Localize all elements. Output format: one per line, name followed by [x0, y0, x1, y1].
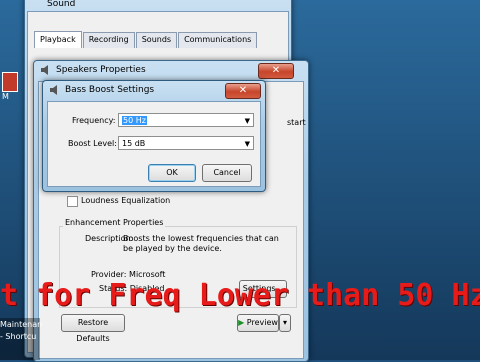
restore-defaults-button[interactable]: Restore Defaults: [61, 314, 125, 343]
tab-communications[interactable]: Communications: [178, 32, 258, 48]
frequency-label: Frequency:: [72, 116, 116, 125]
boost-level-value: 15 dB: [122, 139, 146, 148]
bass-boost-dialog: Bass Boost Settings ✕ Frequency: 50 Hz ▼…: [42, 80, 266, 192]
speakers-title: Speakers Properties: [56, 65, 146, 75]
bass-client: Frequency: 50 Hz ▼ Boost Level: 15 dB ▼ …: [47, 101, 261, 187]
speaker-icon: [41, 65, 48, 75]
play-icon: ▶: [238, 318, 245, 327]
loudness-label: Loudness Equalization: [81, 196, 171, 205]
preview-button[interactable]: ▶ Preview: [237, 314, 279, 332]
taskbar-item-2[interactable]: - Shortcu: [0, 332, 36, 341]
bass-title: Bass Boost Settings: [65, 85, 155, 95]
sound-tabs: Playback Recording Sounds Communications: [34, 31, 258, 48]
desktop-app-icon[interactable]: [2, 72, 18, 92]
ok-button[interactable]: OK: [148, 164, 196, 182]
sound-titlebar[interactable]: Sound: [25, 0, 291, 11]
tab-recording[interactable]: Recording: [82, 32, 135, 48]
taskbar-item-1[interactable]: Maintenan: [0, 320, 42, 329]
partial-text: start: [287, 118, 306, 127]
preview-label: Preview: [246, 318, 278, 327]
desktop-icon-label: M: [2, 92, 9, 101]
tab-sounds[interactable]: Sounds: [135, 32, 178, 48]
video-caption-overlay: t for Freq Lower than 50 Hz: [0, 278, 480, 313]
tab-playback[interactable]: Playback: [34, 31, 82, 48]
frequency-value: 50 Hz: [122, 116, 147, 125]
description-text: Boosts the lowest frequencies that can b…: [123, 234, 279, 253]
chevron-down-icon: ▼: [244, 117, 250, 125]
speaker-icon: [50, 85, 57, 95]
chevron-down-icon: ▼: [244, 140, 250, 148]
frequency-select[interactable]: 50 Hz ▼: [118, 113, 254, 127]
boost-level-label: Boost Level:: [68, 139, 117, 148]
bass-close-button[interactable]: ✕: [225, 83, 261, 99]
speakers-close-button[interactable]: ✕: [258, 63, 294, 79]
loudness-checkbox[interactable]: [67, 196, 78, 207]
boost-level-select[interactable]: 15 dB ▼: [118, 136, 254, 150]
sound-title: Sound: [47, 0, 76, 9]
cancel-button[interactable]: Cancel: [202, 164, 252, 182]
preview-dropdown-button[interactable]: ▾: [279, 314, 291, 332]
enhancement-title: Enhancement Properties: [63, 218, 166, 227]
